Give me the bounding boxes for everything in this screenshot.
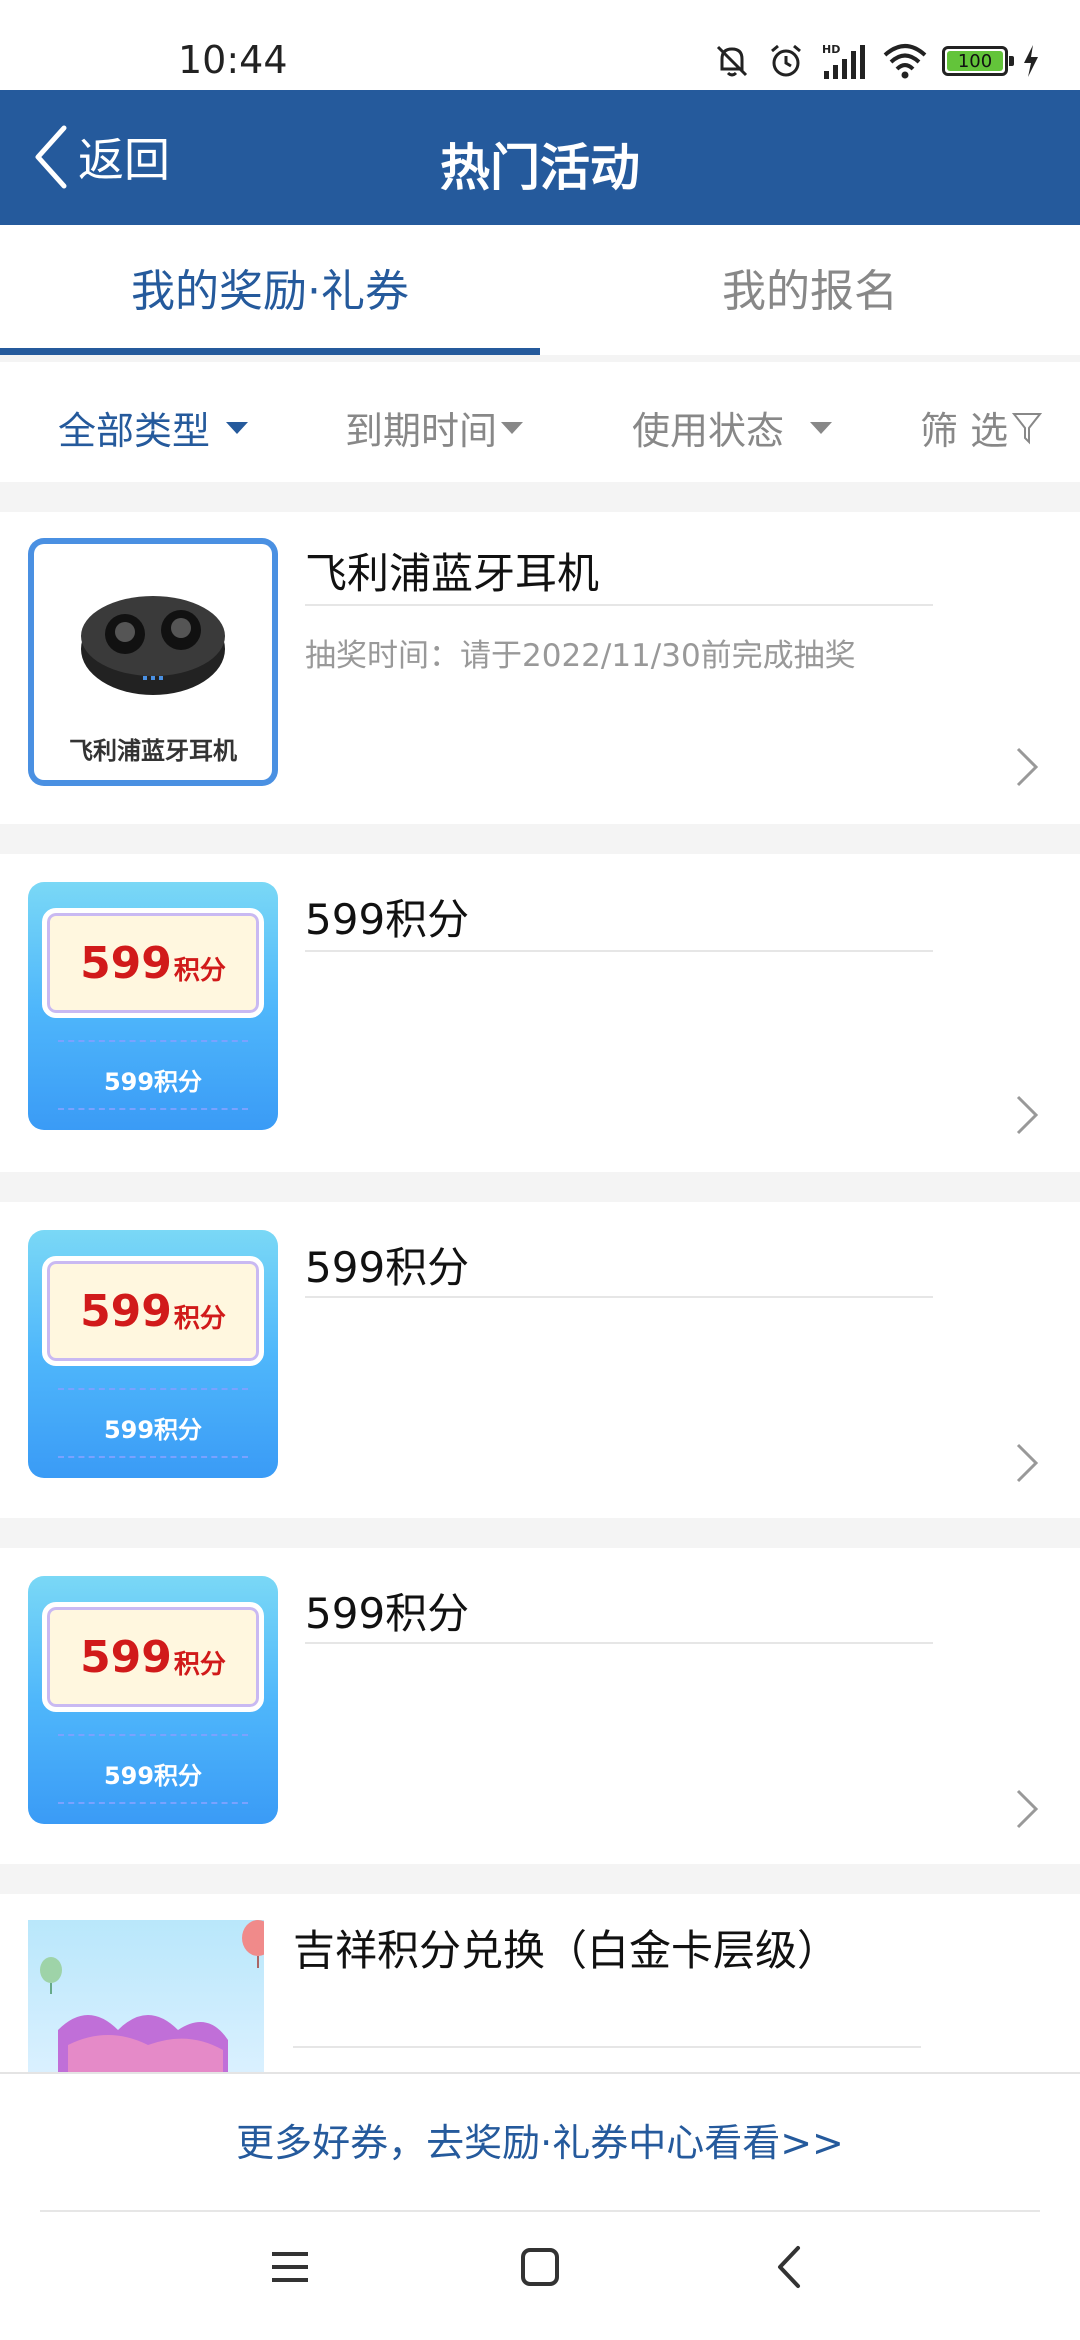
thumbnail-caption: 599积分 (103, 1762, 203, 1790)
caret-down-icon (226, 421, 249, 434)
status-bar: 10:44 HD 100 (0, 0, 1080, 90)
dashed-line (58, 1108, 248, 1110)
gift-art (58, 2015, 228, 2072)
caret-down-icon (810, 421, 833, 434)
filter-expiry[interactable]: 到期时间 (345, 400, 524, 455)
item-title: 飞利浦蓝牙耳机 (305, 549, 600, 598)
charging-icon (1024, 45, 1038, 77)
alarm-icon (771, 44, 801, 77)
item-subtitle: 抽奖时间：请于2022/11/30前完成抽奖 (305, 638, 856, 674)
dashed-line (58, 1734, 248, 1736)
ticket-unit: 积分 (173, 1303, 226, 1334)
chevron-right-icon (1016, 747, 1039, 787)
points-thumbnail: 599 积分 599积分 (28, 1230, 278, 1478)
points-thumbnail: 599 积分 599积分 (28, 1576, 278, 1824)
ticket-unit: 积分 (173, 955, 226, 986)
tab-rewards[interactable]: 我的奖励·礼券 (0, 225, 540, 355)
network-type: HD (822, 43, 840, 56)
dashed-line (58, 1040, 248, 1042)
dashed-line (58, 1456, 248, 1458)
divider (305, 604, 933, 606)
more-coupons-link[interactable]: 更多好券，去奖励·礼券中心看看>> (0, 2112, 1080, 2167)
battery-level: 100 (947, 51, 1003, 72)
chevron-right-icon (1016, 1789, 1039, 1829)
ticket-value: 599 (80, 937, 172, 989)
item-title: 599积分 (305, 895, 470, 944)
item-title: 599积分 (305, 1589, 470, 1638)
filter-type-label: 全部类型 (58, 409, 211, 453)
points-ticket: 599 积分 (42, 1256, 264, 1366)
ticket-value: 599 (80, 1285, 172, 1337)
filter-status-label: 使用状态 (632, 409, 785, 453)
list-item[interactable]: 吉祥积分兑换（白金卡层级） (0, 1894, 1080, 2072)
signal-icon: HD (822, 43, 865, 79)
banner-thumbnail (28, 1920, 264, 2072)
dashed-line (58, 1802, 248, 1804)
divider (305, 1296, 933, 1298)
more-coupons-bar: 更多好券，去奖励·礼券中心看看>> (0, 2072, 1080, 2212)
page-title: 热门活动 (440, 139, 640, 197)
filter-expiry-label: 到期时间 (345, 409, 498, 453)
system-nav-bar (0, 2212, 1080, 2340)
earbuds-image (81, 596, 225, 695)
divider (293, 2046, 921, 2048)
list-item[interactable]: 飞利浦蓝牙耳机 飞利浦蓝牙耳机 抽奖时间：请于2022/11/30前完成抽奖 (0, 512, 1080, 824)
points-thumbnail: 599 积分 599积分 (28, 882, 278, 1130)
list-item[interactable]: 599 积分 599积分 599积分 (0, 1548, 1080, 1864)
list-item[interactable]: 599 积分 599积分 599积分 (0, 854, 1080, 1172)
filter-bar: 全部类型 到期时间 使用状态 筛 选 (0, 362, 1080, 482)
back-nav-icon[interactable] (774, 2242, 804, 2292)
divider (305, 1642, 933, 1644)
home-icon[interactable] (520, 2242, 560, 2292)
menu-icon[interactable] (270, 2242, 310, 2292)
balloon-icon (242, 1920, 264, 1968)
filter-status[interactable]: 使用状态 (632, 400, 833, 455)
list-item[interactable]: 599 积分 599积分 599积分 (0, 1202, 1080, 1518)
dashed-line (58, 1388, 248, 1390)
caret-down-icon (501, 421, 524, 434)
mute-bell-icon (716, 45, 748, 77)
wifi-icon (883, 44, 927, 79)
tab-bar: 我的奖励·礼券 我的报名 (0, 225, 1080, 355)
filter-more-label: 筛 选 (920, 409, 1009, 453)
points-ticket: 599 积分 (42, 908, 264, 1018)
ticket-value: 599 (80, 1631, 172, 1683)
item-title: 599积分 (305, 1243, 470, 1292)
status-time: 10:44 (178, 38, 288, 82)
thumbnail-caption: 599积分 (103, 1068, 203, 1096)
filter-more[interactable]: 筛 选 (920, 400, 1043, 455)
thumbnail-caption: 599积分 (103, 1416, 203, 1444)
chevron-right-icon (1016, 1095, 1039, 1135)
filter-type[interactable]: 全部类型 (58, 400, 249, 455)
product-thumbnail: 飞利浦蓝牙耳机 (28, 538, 278, 786)
ticket-unit: 积分 (173, 1649, 226, 1680)
points-ticket: 599 积分 (42, 1602, 264, 1712)
item-title: 吉祥积分兑换（白金卡层级） (293, 1926, 840, 1975)
divider (305, 950, 933, 952)
chevron-right-icon (1016, 1443, 1039, 1483)
app-header: 返回 热门活动 (0, 90, 1080, 225)
funnel-icon (1012, 412, 1043, 444)
status-icons: HD 100 (712, 36, 1040, 86)
thumbnail-caption: 飞利浦蓝牙耳机 (69, 737, 237, 765)
battery-icon: 100 (942, 46, 1014, 76)
tab-registrations[interactable]: 我的报名 (540, 225, 1080, 355)
